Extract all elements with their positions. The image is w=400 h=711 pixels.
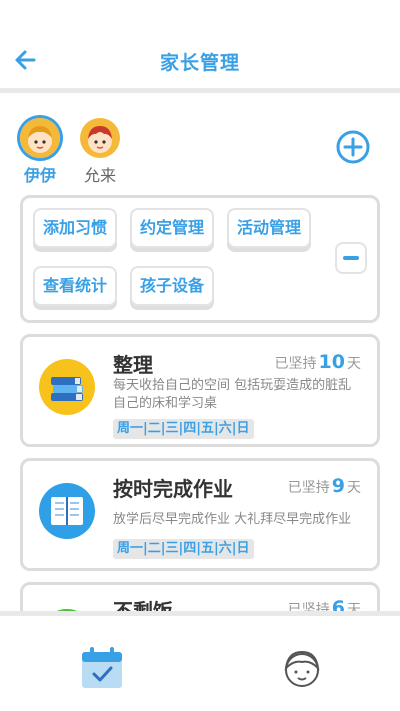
- kid-tab-yunlai[interactable]: 允来: [70, 118, 130, 186]
- agreement-management-button[interactable]: 约定管理: [130, 208, 215, 248]
- boy-avatar-icon: [80, 118, 120, 158]
- child-face-icon[interactable]: [278, 644, 326, 692]
- header-divider: [0, 88, 400, 93]
- collapse-minus-icon[interactable]: [335, 242, 367, 274]
- parent-actions-panel: 添加习惯 约定管理 活动管理 查看统计 孩子设备: [20, 195, 380, 323]
- header: 家长管理: [0, 0, 400, 92]
- streak-unit: 天: [347, 356, 361, 372]
- streak-days: 10: [318, 351, 345, 373]
- girl-avatar-icon: [20, 118, 60, 158]
- add-kid-plus-icon[interactable]: [335, 129, 371, 165]
- kid-name: 允来: [83, 166, 116, 185]
- streak-counter: 已坚持 9 天: [288, 475, 361, 497]
- streak-days: 9: [331, 475, 345, 497]
- habit-description: 每天收拾自己的空间 包括玩耍造成的脏乱自己的床和学习桌: [113, 378, 352, 411]
- weekday-schedule: 周一|二|三|四|五|六|日: [113, 419, 254, 439]
- streak-label: 已坚持: [287, 480, 330, 496]
- kid-name: 伊伊: [23, 166, 56, 185]
- habit-card[interactable]: 按时完成作业 已坚持 9 天 放学后尽早完成作业 大礼拜尽早完成作业 周一|二|三|…: [20, 458, 380, 571]
- habit-name: 按时完成作业: [113, 477, 233, 501]
- activity-management-button[interactable]: 活动管理: [227, 208, 312, 248]
- streak-unit: 天: [347, 480, 361, 496]
- books-icon: [39, 359, 95, 415]
- habit-name: 整理: [113, 353, 153, 377]
- habit-description: 放学后尽早完成作业 大礼拜尽早完成作业: [113, 512, 352, 527]
- page-title: 家长管理: [159, 52, 240, 74]
- streak-counter: 已坚持 10 天: [275, 351, 361, 373]
- bottom-tab-bar: [0, 611, 400, 711]
- child-device-button[interactable]: 孩子设备: [130, 266, 215, 306]
- weekday-schedule: 周一|二|三|四|五|六|日: [113, 539, 254, 559]
- habit-card[interactable]: 整理 已坚持 10 天 每天收拾自己的空间 包括玩耍造成的脏乱自己的床和学习桌 周一…: [20, 334, 380, 447]
- calendar-check-icon[interactable]: [78, 644, 126, 692]
- kid-tab-yiyi[interactable]: 伊伊: [10, 118, 70, 186]
- view-statistics-button[interactable]: 查看统计: [33, 266, 118, 306]
- add-habit-button[interactable]: 添加习惯: [33, 208, 118, 248]
- streak-label: 已坚持: [274, 356, 317, 372]
- notebook-icon: [39, 483, 95, 539]
